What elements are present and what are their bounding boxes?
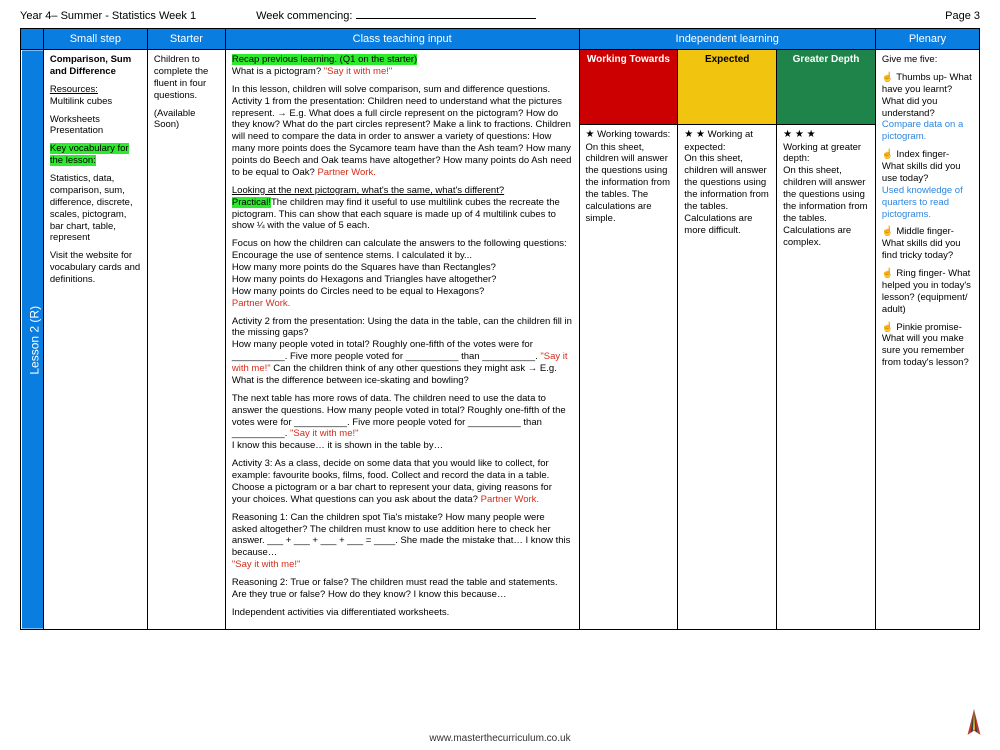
col-teaching: Class teaching input (225, 29, 579, 50)
working-towards-header: Working Towards (579, 50, 678, 125)
header-right: Page 3 (945, 10, 980, 22)
col-independent: Independent learning (579, 29, 875, 50)
working-towards-cell: ★ Working towards:On this sheet, childre… (579, 125, 678, 630)
page-header: Year 4– Summer - Statistics Week 1 Week … (20, 10, 980, 22)
footer-url: www.masterthecurriculum.co.uk (0, 733, 1000, 744)
expected-header: Expected (678, 50, 777, 125)
header-left: Year 4– Summer - Statistics Week 1 (20, 10, 196, 22)
logo-icon (963, 707, 985, 740)
lesson-plan-table: Small step Starter Class teaching input … (20, 28, 980, 630)
blank-header (21, 29, 44, 50)
expected-cell: ★ ★ Working at expected:On this sheet, c… (678, 125, 777, 630)
plenary-cell: Give me five: ☝ Thumbs up- What have you… (875, 50, 979, 630)
col-starter: Starter (147, 29, 225, 50)
greater-depth-cell: ★ ★ ★Working at greater depth:On this sh… (777, 125, 876, 630)
teaching-cell: Recap previous learning. (Q1 on the star… (225, 50, 579, 630)
lesson-label: Lesson 2 (R) (21, 50, 44, 630)
starter-cell: Children to complete the fluent in four … (147, 50, 225, 630)
col-small-step: Small step (43, 29, 147, 50)
greater-depth-header: Greater Depth (777, 50, 876, 125)
col-plenary: Plenary (875, 29, 979, 50)
small-step-cell: Comparison, Sum and Difference Resources… (43, 50, 147, 630)
header-center: Week commencing: (256, 10, 536, 22)
